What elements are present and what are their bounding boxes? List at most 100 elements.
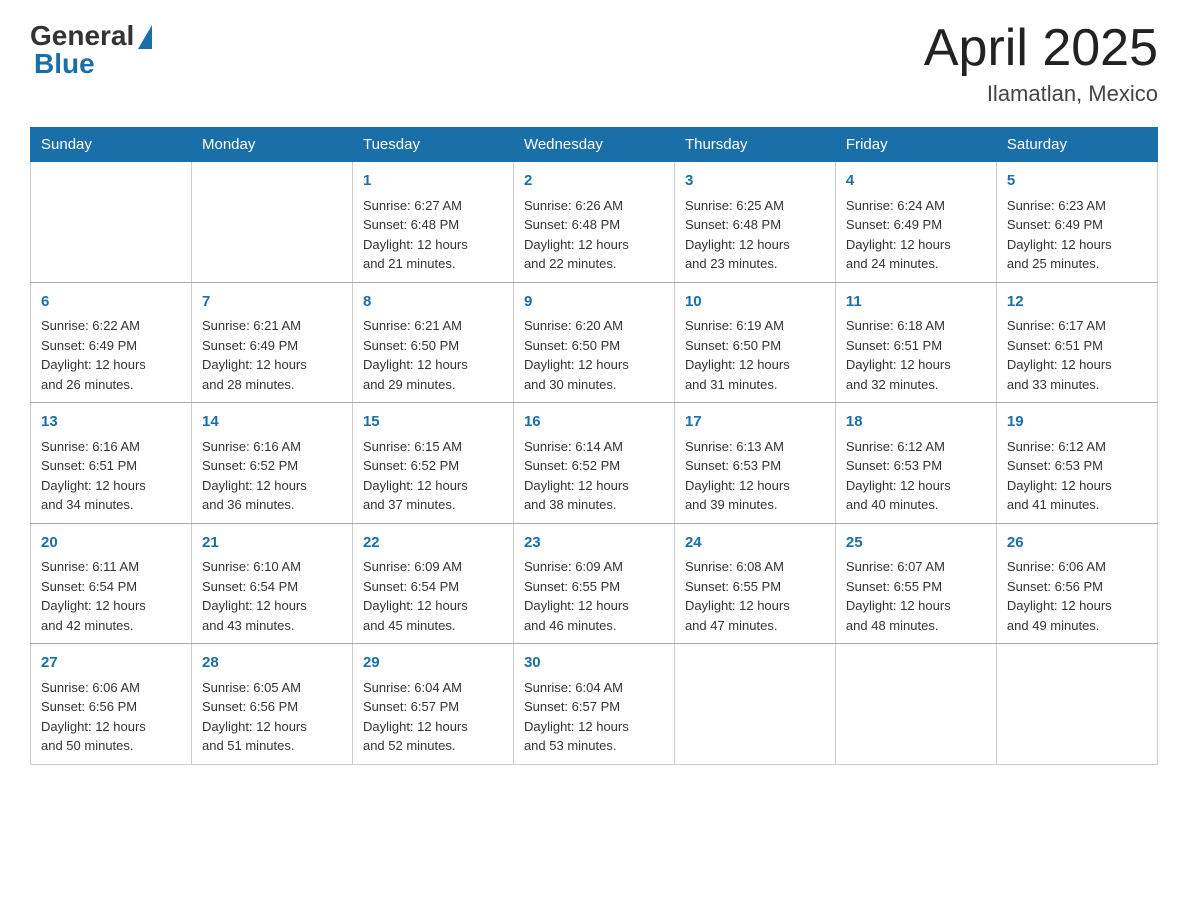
calendar-header-tuesday: Tuesday	[352, 128, 513, 162]
day-info: Sunrise: 6:12 AM Sunset: 6:53 PM Dayligh…	[846, 439, 951, 513]
day-number: 7	[202, 291, 342, 314]
calendar-cell: 11 Sunrise: 6:18 AM Sunset: 6:51 PM Dayli…	[835, 282, 996, 403]
calendar-cell: 25 Sunrise: 6:07 AM Sunset: 6:55 PM Dayli…	[835, 523, 996, 644]
calendar-cell: 19 Sunrise: 6:12 AM Sunset: 6:53 PM Dayli…	[996, 403, 1157, 524]
calendar-header-saturday: Saturday	[996, 128, 1157, 162]
day-number: 16	[524, 411, 664, 434]
day-info: Sunrise: 6:07 AM Sunset: 6:55 PM Dayligh…	[846, 559, 951, 633]
calendar-cell: 30 Sunrise: 6:04 AM Sunset: 6:57 PM Dayli…	[513, 644, 674, 765]
day-info: Sunrise: 6:16 AM Sunset: 6:51 PM Dayligh…	[41, 439, 146, 513]
day-info: Sunrise: 6:18 AM Sunset: 6:51 PM Dayligh…	[846, 318, 951, 392]
calendar-week-3: 13 Sunrise: 6:16 AM Sunset: 6:51 PM Dayli…	[31, 403, 1158, 524]
calendar-cell: 9 Sunrise: 6:20 AM Sunset: 6:50 PM Daylig…	[513, 282, 674, 403]
day-number: 19	[1007, 411, 1147, 434]
calendar-cell: 21 Sunrise: 6:10 AM Sunset: 6:54 PM Dayli…	[191, 523, 352, 644]
month-title: April 2025	[924, 20, 1158, 77]
calendar-header-thursday: Thursday	[674, 128, 835, 162]
day-number: 15	[363, 411, 503, 434]
day-number: 5	[1007, 170, 1147, 193]
day-number: 1	[363, 170, 503, 193]
calendar-cell: 7Sunrise: 6:21 AM Sunset: 6:49 PM Daylig…	[191, 282, 352, 403]
day-info: Sunrise: 6:12 AM Sunset: 6:53 PM Dayligh…	[1007, 439, 1112, 513]
logo-blue-text: Blue	[30, 48, 95, 80]
day-info: Sunrise: 6:11 AM Sunset: 6:54 PM Dayligh…	[41, 559, 146, 633]
day-number: 21	[202, 532, 342, 555]
calendar-cell: 18 Sunrise: 6:12 AM Sunset: 6:53 PM Dayli…	[835, 403, 996, 524]
calendar-header-wednesday: Wednesday	[513, 128, 674, 162]
day-number: 26	[1007, 532, 1147, 555]
calendar-cell: 23 Sunrise: 6:09 AM Sunset: 6:55 PM Dayli…	[513, 523, 674, 644]
day-info: Sunrise: 6:14 AM Sunset: 6:52 PM Dayligh…	[524, 439, 629, 513]
calendar-cell	[674, 644, 835, 765]
day-info: Sunrise: 6:27 AM Sunset: 6:48 PM Dayligh…	[363, 198, 468, 272]
day-info: Sunrise: 6:13 AM Sunset: 6:53 PM Dayligh…	[685, 439, 790, 513]
day-info: Sunrise: 6:06 AM Sunset: 6:56 PM Dayligh…	[41, 680, 146, 754]
calendar-week-5: 27 Sunrise: 6:06 AM Sunset: 6:56 PM Dayli…	[31, 644, 1158, 765]
calendar-cell: 2Sunrise: 6:26 AM Sunset: 6:48 PM Daylig…	[513, 162, 674, 283]
day-number: 12	[1007, 291, 1147, 314]
day-info: Sunrise: 6:24 AM Sunset: 6:49 PM Dayligh…	[846, 198, 951, 272]
day-info: Sunrise: 6:21 AM Sunset: 6:50 PM Dayligh…	[363, 318, 468, 392]
calendar-cell: 5 Sunrise: 6:23 AM Sunset: 6:49 PM Daylig…	[996, 162, 1157, 283]
calendar-cell: 6 Sunrise: 6:22 AM Sunset: 6:49 PM Daylig…	[31, 282, 192, 403]
calendar-cell: 27 Sunrise: 6:06 AM Sunset: 6:56 PM Dayli…	[31, 644, 192, 765]
day-info: Sunrise: 6:22 AM Sunset: 6:49 PM Dayligh…	[41, 318, 146, 392]
day-number: 6	[41, 291, 181, 314]
day-number: 25	[846, 532, 986, 555]
calendar-week-2: 6 Sunrise: 6:22 AM Sunset: 6:49 PM Daylig…	[31, 282, 1158, 403]
calendar-cell: 1 Sunrise: 6:27 AM Sunset: 6:48 PM Daylig…	[352, 162, 513, 283]
calendar-week-4: 20 Sunrise: 6:11 AM Sunset: 6:54 PM Dayli…	[31, 523, 1158, 644]
day-number: 13	[41, 411, 181, 434]
day-number: 9	[524, 291, 664, 314]
day-info: Sunrise: 6:19 AM Sunset: 6:50 PM Dayligh…	[685, 318, 790, 392]
calendar-header-friday: Friday	[835, 128, 996, 162]
calendar-cell: 4 Sunrise: 6:24 AM Sunset: 6:49 PM Daylig…	[835, 162, 996, 283]
calendar-cell: 15 Sunrise: 6:15 AM Sunset: 6:52 PM Dayli…	[352, 403, 513, 524]
day-number: 29	[363, 652, 503, 675]
day-number: 30	[524, 652, 664, 675]
calendar-header-monday: Monday	[191, 128, 352, 162]
day-number: 8	[363, 291, 503, 314]
calendar-cell: 20 Sunrise: 6:11 AM Sunset: 6:54 PM Dayli…	[31, 523, 192, 644]
day-number: 17	[685, 411, 825, 434]
calendar-cell: 3Sunrise: 6:25 AM Sunset: 6:48 PM Daylig…	[674, 162, 835, 283]
title-block: April 2025 Ilamatlan, Mexico	[924, 20, 1158, 107]
logo-triangle-icon	[138, 25, 152, 49]
calendar-week-1: 1 Sunrise: 6:27 AM Sunset: 6:48 PM Daylig…	[31, 162, 1158, 283]
calendar-cell	[996, 644, 1157, 765]
day-number: 10	[685, 291, 825, 314]
calendar-cell: 14 Sunrise: 6:16 AM Sunset: 6:52 PM Dayli…	[191, 403, 352, 524]
calendar-cell: 12 Sunrise: 6:17 AM Sunset: 6:51 PM Dayli…	[996, 282, 1157, 403]
day-info: Sunrise: 6:15 AM Sunset: 6:52 PM Dayligh…	[363, 439, 468, 513]
day-number: 2	[524, 170, 664, 193]
location-title: Ilamatlan, Mexico	[924, 81, 1158, 107]
logo: General Blue	[30, 20, 152, 80]
day-info: Sunrise: 6:20 AM Sunset: 6:50 PM Dayligh…	[524, 318, 629, 392]
day-number: 18	[846, 411, 986, 434]
day-info: Sunrise: 6:17 AM Sunset: 6:51 PM Dayligh…	[1007, 318, 1112, 392]
calendar-cell: 8 Sunrise: 6:21 AM Sunset: 6:50 PM Daylig…	[352, 282, 513, 403]
day-info: Sunrise: 6:16 AM Sunset: 6:52 PM Dayligh…	[202, 439, 307, 513]
day-number: 4	[846, 170, 986, 193]
day-number: 27	[41, 652, 181, 675]
day-number: 20	[41, 532, 181, 555]
day-number: 23	[524, 532, 664, 555]
calendar-cell: 17 Sunrise: 6:13 AM Sunset: 6:53 PM Dayli…	[674, 403, 835, 524]
calendar-cell: 29 Sunrise: 6:04 AM Sunset: 6:57 PM Dayli…	[352, 644, 513, 765]
day-info: Sunrise: 6:23 AM Sunset: 6:49 PM Dayligh…	[1007, 198, 1112, 272]
day-info: Sunrise: 6:04 AM Sunset: 6:57 PM Dayligh…	[363, 680, 468, 754]
day-number: 11	[846, 291, 986, 314]
calendar-cell: 13 Sunrise: 6:16 AM Sunset: 6:51 PM Dayli…	[31, 403, 192, 524]
day-number: 24	[685, 532, 825, 555]
day-info: Sunrise: 6:04 AM Sunset: 6:57 PM Dayligh…	[524, 680, 629, 754]
day-number: 14	[202, 411, 342, 434]
day-info: Sunrise: 6:10 AM Sunset: 6:54 PM Dayligh…	[202, 559, 307, 633]
day-number: 3	[685, 170, 825, 193]
day-info: Sunrise: 6:09 AM Sunset: 6:55 PM Dayligh…	[524, 559, 629, 633]
calendar-cell: 24 Sunrise: 6:08 AM Sunset: 6:55 PM Dayli…	[674, 523, 835, 644]
day-info: Sunrise: 6:08 AM Sunset: 6:55 PM Dayligh…	[685, 559, 790, 633]
calendar-header-row: SundayMondayTuesdayWednesdayThursdayFrid…	[31, 128, 1158, 162]
calendar-header-sunday: Sunday	[31, 128, 192, 162]
calendar-cell: 10 Sunrise: 6:19 AM Sunset: 6:50 PM Dayli…	[674, 282, 835, 403]
day-number: 22	[363, 532, 503, 555]
